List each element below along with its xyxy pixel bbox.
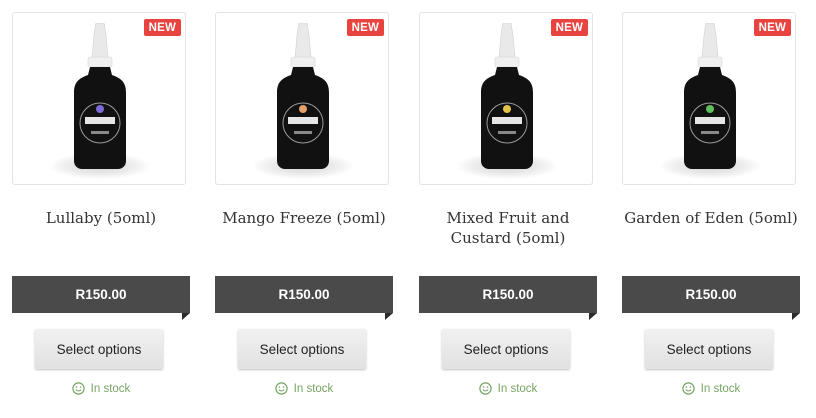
price-tag: R150.00 [215,276,393,313]
stock-label: In stock [497,382,538,395]
price-tag: R150.00 [12,276,190,313]
price-tag-fold [182,313,190,320]
smiley-icon [274,382,288,395]
price-tag: R150.00 [622,276,800,313]
product-title[interactable]: Lullaby (5oml) [12,208,190,228]
product-image-link[interactable]: NEW [622,12,796,185]
stock-status: In stock [622,382,800,395]
price-tag-fold [792,313,800,320]
product-image-link[interactable]: NEW [215,12,389,185]
smiley-icon [478,382,492,395]
stock-label: In stock [700,382,741,395]
new-badge: NEW [550,19,588,36]
stock-status: In stock [419,382,597,395]
smiley-icon [71,382,85,395]
new-badge: NEW [143,19,181,36]
select-options-button[interactable]: Select options [238,329,366,369]
bottle-icon [74,23,126,169]
product-card: NEW Mixed Fruit and Custard (5oml) R150.… [419,12,597,395]
stock-label: In stock [293,382,334,395]
stock-status: In stock [215,382,393,395]
product-title[interactable]: Mango Freeze (5oml) [215,208,393,228]
product-card: NEW Mango Freeze (5oml) R150.00 Select o… [215,12,393,395]
price-tag-fold [385,313,393,320]
product-image-link[interactable]: NEW [419,12,593,185]
price-tag: R150.00 [419,276,597,313]
bottle-icon [684,23,736,169]
stock-status: In stock [12,382,190,395]
product-image-link[interactable]: NEW [12,12,186,185]
select-options-button[interactable]: Select options [645,329,773,369]
select-options-button[interactable]: Select options [35,329,163,369]
new-badge: NEW [346,19,384,36]
smiley-icon [681,382,695,395]
product-title[interactable]: Mixed Fruit and Custard (5oml) [419,208,597,248]
stock-label: In stock [90,382,131,395]
select-options-button[interactable]: Select options [442,329,570,369]
bottle-icon [277,23,329,169]
product-title[interactable]: Garden of Eden (5oml) [622,208,800,228]
bottle-icon [481,23,533,169]
product-card: NEW Lullaby (5oml) R150.00 Select option… [12,12,190,395]
new-badge: NEW [753,19,791,36]
product-card: NEW Garden of Eden (5oml) R150.00 Select… [622,12,800,395]
price-tag-fold [589,313,597,320]
